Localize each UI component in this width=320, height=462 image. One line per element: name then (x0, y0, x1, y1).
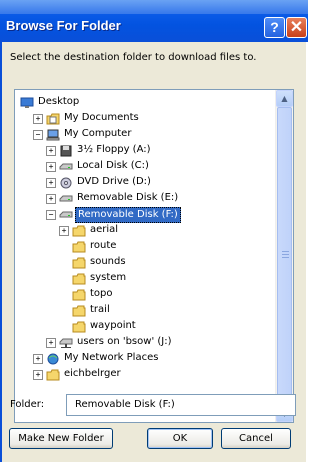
tree-item-label[interactable]: route (88, 239, 118, 253)
expand-icon[interactable]: + (46, 338, 56, 348)
tree-item-label[interactable]: DVD Drive (D:) (75, 175, 153, 189)
expand-icon[interactable]: + (46, 146, 56, 156)
tree-item-label[interactable]: trail (88, 303, 112, 317)
tree-item-label[interactable]: Local Disk (C:) (75, 159, 151, 173)
tree-row[interactable]: − My Computer (15, 127, 277, 143)
folder-tree[interactable]: Desktop + My Documents − My Computer +3½ Flop… (14, 89, 294, 423)
tree-row[interactable]: − Removable Disk (F:) (15, 207, 277, 223)
help-button[interactable]: ? (264, 17, 285, 38)
folder-icon (72, 225, 86, 237)
close-button[interactable]: ✕ (286, 17, 307, 38)
folder-icon (72, 273, 86, 285)
drive-icon (59, 209, 73, 221)
title-bar[interactable]: Browse For Folder ? ✕ (0, 0, 308, 42)
tree-item-label[interactable]: waypoint (88, 319, 138, 333)
drive-icon (59, 193, 73, 205)
thumb-grip-line (282, 254, 289, 255)
folder-tree-list: Desktop + My Documents − My Computer +3½ Flop… (15, 90, 277, 422)
instruction-text: Select the destination folder to downloa… (10, 52, 257, 63)
window-title: Browse For Folder (6, 18, 121, 33)
network-places-icon (46, 353, 60, 365)
folder-icon (72, 241, 86, 253)
folder-label: Folder: (10, 399, 45, 410)
floppy-icon (59, 145, 73, 157)
folder-icon (72, 321, 86, 333)
folder-icon (72, 289, 86, 301)
tree-item-label[interactable]: Removable Disk (F:) (75, 207, 181, 223)
tree-item-label[interactable]: Removable Disk (E:) (75, 191, 180, 205)
collapse-icon[interactable]: − (46, 210, 56, 220)
expand-icon[interactable]: + (33, 114, 43, 124)
tree-row[interactable]: +3½ Floppy (A:) (15, 143, 277, 159)
computer-icon (46, 129, 60, 141)
tree-item-label[interactable]: eichbelrger (62, 367, 123, 381)
tree-row[interactable]: sounds (15, 255, 277, 271)
drive-icon (59, 161, 73, 173)
tree-row[interactable]: + Local Disk (C:) (15, 159, 277, 175)
folder-icon (46, 369, 60, 381)
expand-icon[interactable]: + (46, 194, 56, 204)
expand-icon[interactable]: + (46, 178, 56, 188)
thumb-grip-line (282, 251, 289, 252)
vertical-scrollbar[interactable]: ▲ ▼ (275, 90, 293, 422)
tree-row[interactable]: + My Network Places (15, 351, 277, 367)
title-bar-top-strip (0, 0, 308, 14)
tree-row[interactable]: + users on 'bsow' (J:) (15, 335, 277, 351)
tree-row[interactable]: waypoint (15, 319, 277, 335)
expand-icon[interactable]: + (59, 226, 69, 236)
tree-row[interactable]: + aerial (15, 223, 277, 239)
make-new-folder-button[interactable]: Make New Folder (9, 428, 113, 449)
collapse-icon[interactable]: − (33, 130, 43, 140)
documents-icon (46, 113, 60, 125)
expand-icon[interactable]: + (33, 354, 43, 364)
tree-row[interactable]: + eichbelrger (15, 367, 277, 383)
tree-item-label[interactable]: 3½ Floppy (A:) (75, 143, 153, 157)
tree-row[interactable]: topo (15, 287, 277, 303)
tree-item-label[interactable]: system (88, 271, 128, 285)
desktop-icon (20, 97, 34, 109)
tree-item-label[interactable]: My Computer (62, 127, 133, 141)
scroll-up-button[interactable]: ▲ (276, 90, 293, 107)
tree-row[interactable]: + DVD Drive (D:) (15, 175, 277, 191)
tree-item-label[interactable]: sounds (88, 255, 128, 269)
tree-row[interactable]: route (15, 239, 277, 255)
folder-icon (72, 257, 86, 269)
thumb-grip-line (282, 257, 289, 258)
expand-icon[interactable]: + (33, 370, 43, 380)
dialog-body: Select the destination folder to downloa… (0, 42, 306, 462)
tree-item-label[interactable]: aerial (88, 223, 120, 237)
network-drive-icon (59, 337, 73, 349)
folder-icon (72, 305, 86, 317)
tree-item-label[interactable]: users on 'bsow' (J:) (75, 335, 174, 349)
dvd-icon (59, 177, 73, 189)
cancel-button[interactable]: Cancel (221, 428, 291, 449)
tree-item-label[interactable]: Desktop (36, 95, 81, 109)
tree-item-label[interactable]: My Documents (62, 111, 141, 125)
scrollbar-thumb[interactable] (277, 107, 292, 405)
folder-input[interactable]: Removable Disk (F:) (66, 394, 296, 416)
tree-row[interactable]: + My Documents (15, 111, 277, 127)
tree-row[interactable]: + Removable Disk (E:) (15, 191, 277, 207)
ok-button[interactable]: OK (147, 428, 213, 449)
tree-row[interactable]: system (15, 271, 277, 287)
tree-row[interactable]: trail (15, 303, 277, 319)
tree-item-label[interactable]: My Network Places (62, 351, 160, 365)
expand-icon[interactable]: + (46, 162, 56, 172)
tree-row[interactable]: Desktop (15, 95, 277, 111)
tree-item-label[interactable]: topo (88, 287, 115, 301)
